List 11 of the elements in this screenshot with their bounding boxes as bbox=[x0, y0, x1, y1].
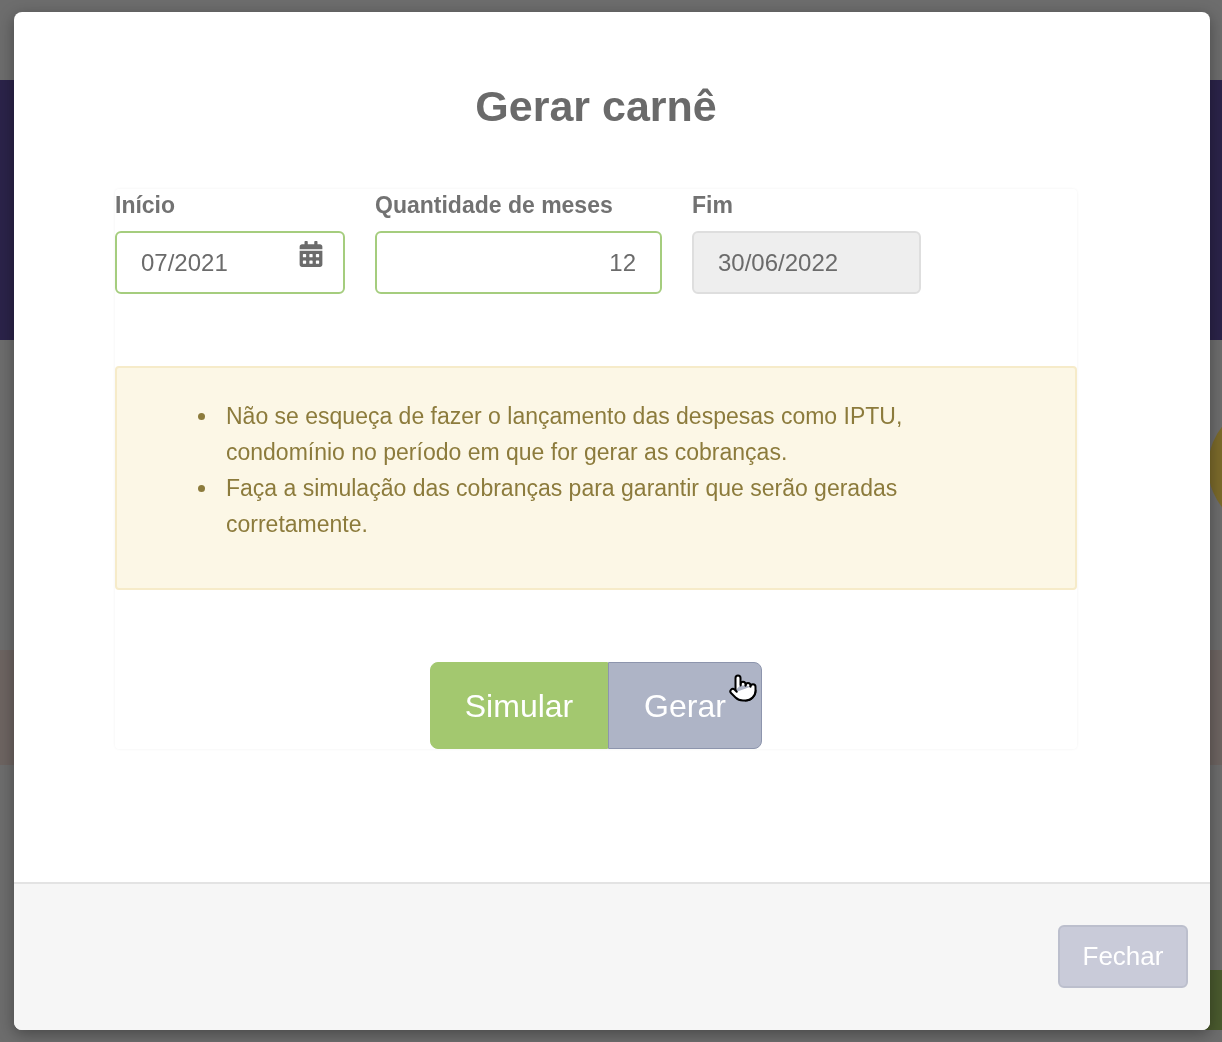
field-label: Fim bbox=[692, 191, 734, 219]
dialog-title: Gerar carnê bbox=[475, 81, 717, 132]
bullet-icon bbox=[198, 485, 205, 492]
field-label: Quantidade de meses bbox=[375, 191, 614, 219]
notice-text: Faça a simulação das cobranças para garantir que serão geradas corretamente. bbox=[226, 474, 899, 539]
notice-text: Não se esqueça de fazer o lançamento das despesas como IPTU, condomínio no período em que for gerar as cobranças. bbox=[226, 402, 904, 467]
calendar-icon[interactable] bbox=[299, 241, 323, 267]
number-field[interactable]: 12 bbox=[375, 231, 662, 294]
field-label: Início bbox=[115, 191, 177, 219]
date-field[interactable]: 07/2021 bbox=[115, 231, 345, 294]
bullet-icon bbox=[198, 413, 205, 420]
